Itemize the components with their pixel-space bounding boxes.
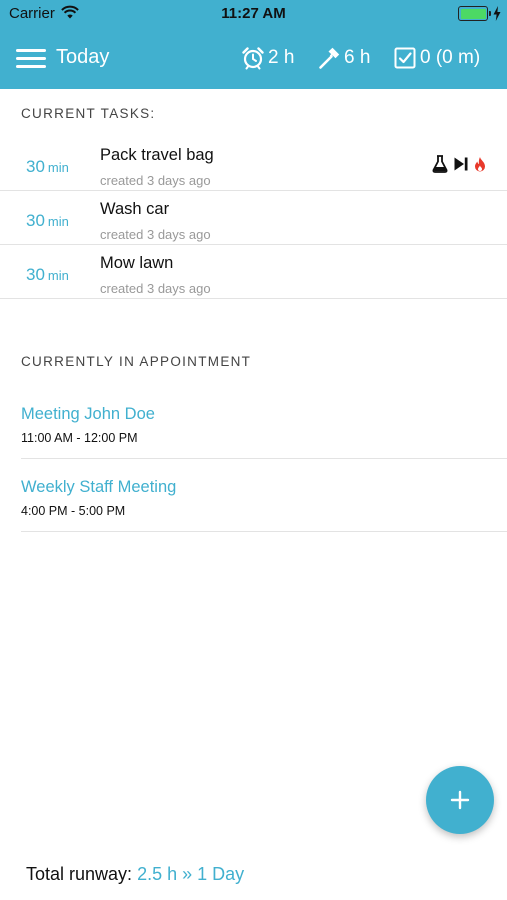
appointments-heading: CURRENTLY IN APPOINTMENT	[21, 354, 252, 369]
status-bar: Carrier 11:27 AM	[0, 0, 507, 28]
hammer-stat[interactable]: 6 h	[317, 42, 370, 74]
task-title: Pack travel bag	[100, 146, 214, 164]
charging-bolt-icon	[493, 6, 501, 21]
tasks-heading: CURRENT TASKS:	[21, 106, 156, 121]
task-duration-value: 30	[26, 211, 45, 230]
alarm-stat[interactable]: 2 h	[241, 42, 294, 74]
menu-icon[interactable]	[16, 48, 46, 68]
task-row[interactable]: 30 min Wash car created 3 days ago	[0, 191, 507, 245]
skip-next-icon	[454, 157, 468, 171]
top-bar: Carrier 11:27 AM Today 2 h 6 h 0 (0 m)	[0, 0, 507, 89]
appointment-title: Meeting John Doe	[21, 405, 155, 423]
task-created: created 3 days ago	[100, 227, 211, 242]
status-time: 11:27 AM	[221, 5, 286, 22]
task-duration: 30 min	[26, 157, 69, 177]
completed-stat[interactable]: 0 (0 m)	[393, 42, 480, 74]
task-duration-unit: min	[47, 268, 69, 283]
task-flags	[432, 155, 491, 173]
task-duration-unit: min	[47, 160, 69, 175]
appointment-time: 4:00 PM - 5:00 PM	[21, 504, 126, 518]
task-created: created 3 days ago	[100, 173, 211, 188]
task-duration-value: 30	[26, 265, 45, 284]
task-duration: 30 min	[26, 211, 69, 231]
flask-icon	[432, 155, 448, 173]
task-title: Wash car	[100, 200, 170, 218]
task-duration: 30 min	[26, 265, 69, 285]
appointment-title: Weekly Staff Meeting	[21, 478, 177, 496]
checkbox-icon	[394, 47, 416, 69]
page-title: Today	[56, 46, 110, 68]
appointment-time: 11:00 AM - 12:00 PM	[21, 431, 138, 445]
task-row[interactable]: 30 min Mow lawn created 3 days ago	[0, 245, 507, 299]
task-row[interactable]: 30 min Pack travel bag created 3 days ago	[0, 137, 507, 191]
flame-icon	[475, 157, 485, 172]
total-runway: Total runway: 2.5 h » 1 Day	[26, 864, 244, 885]
task-created: created 3 days ago	[100, 281, 211, 296]
appointment-row[interactable]: Meeting John Doe 11:00 AM - 12:00 PM	[21, 386, 507, 459]
task-duration-unit: min	[47, 214, 69, 229]
hammer-icon	[319, 47, 340, 69]
task-title: Mow lawn	[100, 254, 174, 272]
nav-bar: Today 2 h 6 h 0 (0 m)	[0, 28, 507, 89]
total-runway-value: 2.5 h » 1 Day	[137, 864, 245, 884]
plus-icon	[450, 790, 470, 810]
appointment-row[interactable]: Weekly Staff Meeting 4:00 PM - 5:00 PM	[21, 459, 507, 532]
add-button[interactable]	[426, 766, 494, 834]
battery-icon	[458, 6, 488, 21]
hammer-stat-value: 6 h	[344, 47, 371, 68]
battery-nub	[489, 11, 491, 16]
alarm-clock-icon	[242, 47, 264, 70]
task-duration-value: 30	[26, 157, 45, 176]
completed-stat-value: 0 (0 m)	[420, 47, 481, 68]
alarm-stat-value: 2 h	[268, 47, 295, 68]
total-runway-label: Total runway:	[26, 864, 133, 884]
